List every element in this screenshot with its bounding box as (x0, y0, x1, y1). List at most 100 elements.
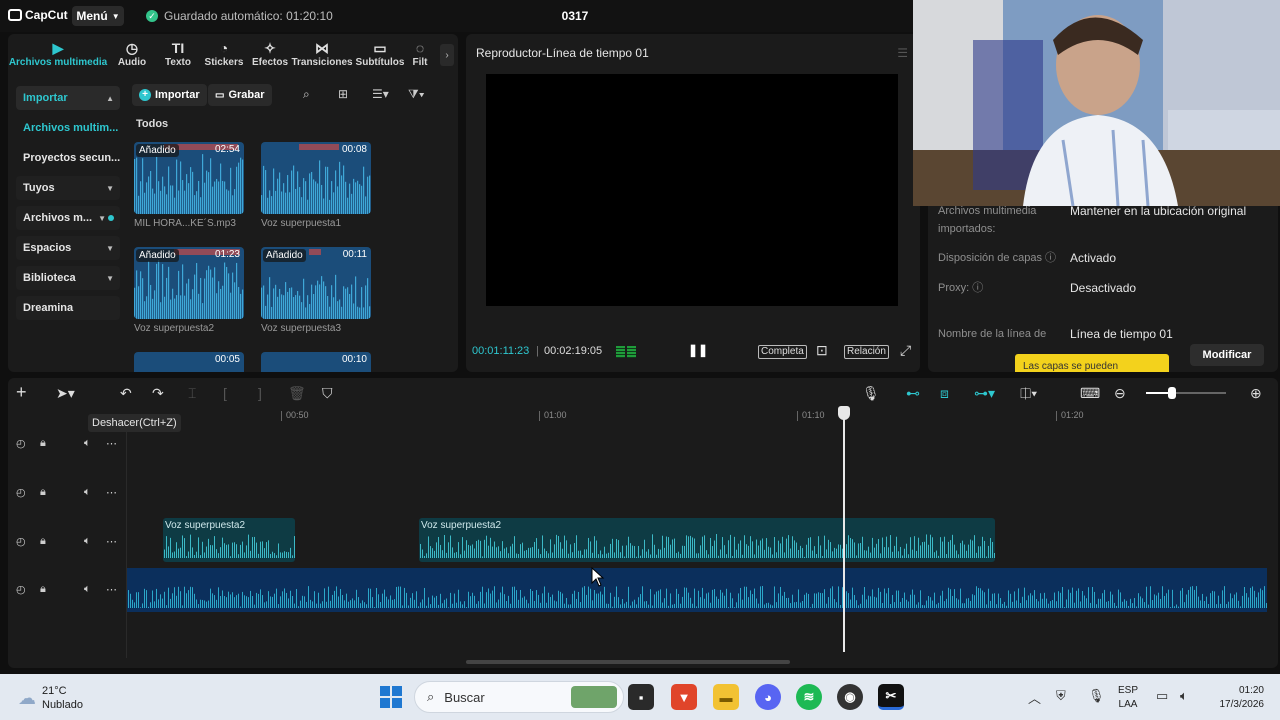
lock-icon[interactable]: 🔒︎ (40, 437, 46, 450)
sidebar-item-import[interactable]: Importar ▲ (16, 86, 120, 110)
volume-icon[interactable]: 🔈︎ (84, 535, 91, 548)
search-icon[interactable]: ⌕ (303, 87, 310, 102)
caption-icon[interactable]: ⌨ (1080, 385, 1100, 402)
media-clip[interactable]: Añadido 01:23 Voz superpuesta2 (134, 247, 244, 334)
brave-browser-icon[interactable]: ▼ (671, 684, 697, 710)
language-indicator[interactable]: ESP LAA (1118, 684, 1138, 712)
fullscreen-icon[interactable]: ⤢ (900, 342, 911, 359)
grid-view-icon[interactable]: ⊞ (338, 87, 348, 101)
magnet-icon[interactable]: ⧈ (940, 385, 949, 402)
prop-value[interactable]: Activado (1070, 251, 1116, 265)
sidebar-item-library[interactable]: Biblioteca ▼ (16, 266, 120, 290)
media-clip[interactable]: 00:08 Voz superpuesta1 (261, 142, 371, 229)
security-icon[interactable]: ⛨ (1056, 688, 1066, 704)
prop-value[interactable]: Línea de tiempo 01 (1070, 327, 1173, 341)
track-area[interactable]: Voz superpuesta2 Voz superpuesta2 (126, 428, 1276, 658)
split-right-icon[interactable]: ] (258, 385, 262, 401)
main-audio-track[interactable] (127, 568, 1267, 612)
weather-widget[interactable]: ☁ 21°C Nublado (18, 684, 83, 712)
media-clip[interactable]: 00:10 (261, 352, 371, 372)
tab-effects[interactable]: ✧ Efectos (248, 34, 292, 76)
lock-icon[interactable]: 🔒︎ (40, 535, 46, 548)
more-icon[interactable]: ⋯ (106, 583, 117, 596)
capcut-taskbar-icon[interactable]: ✂ (878, 684, 904, 710)
sidebar-item-media-files[interactable]: Archivos multim... (16, 116, 120, 140)
screenshot-icon[interactable]: ⊡ (816, 342, 828, 359)
record-button[interactable]: ▭ Grabar (208, 84, 272, 106)
microphone-icon[interactable]: 🎙︎ (1088, 688, 1105, 704)
track-visibility-icon[interactable]: ◴ (16, 583, 26, 596)
full-quality-button[interactable]: Completa (758, 345, 807, 359)
redo-icon[interactable]: ↷ (152, 385, 164, 402)
microphone-icon[interactable]: 🎙 (862, 385, 880, 402)
timeline-ruler[interactable]: 00:50 01:00 01:10 01:20 (126, 408, 1274, 426)
audio-clip[interactable]: Voz superpuesta2 (419, 518, 995, 562)
volume-icon[interactable]: 🔈︎ (84, 583, 91, 596)
pause-icon[interactable]: ❚❚ (688, 343, 708, 357)
delete-icon[interactable]: 🗑 (288, 385, 306, 402)
select-cursor-icon[interactable]: ➤▾ (56, 385, 75, 402)
undo-icon[interactable]: ↶ (120, 385, 132, 402)
roblox-icon[interactable]: ◉ (837, 684, 863, 710)
track-visibility-icon[interactable]: ◴ (16, 486, 26, 499)
linkage-icon[interactable]: ⊶▾ (974, 385, 995, 402)
sidebar-item-spaces[interactable]: Espacios ▼ (16, 236, 120, 260)
chevron-up-icon[interactable]: ︿ (1028, 688, 1041, 707)
modify-button[interactable]: Modificar (1190, 344, 1264, 366)
link-main-track-icon[interactable]: ⊷ (906, 385, 920, 402)
track-visibility-icon[interactable]: ◴ (16, 437, 26, 450)
sidebar-item-secondary-projects[interactable]: Proyectos secun... (16, 146, 120, 170)
video-preview[interactable] (486, 74, 898, 306)
media-clip[interactable]: Añadido 00:11 Voz superpuesta3 (261, 247, 371, 334)
volume-icon[interactable]: 🔈︎ (84, 486, 91, 499)
prop-value[interactable]: Desactivado (1070, 281, 1136, 295)
tab-stickers[interactable]: ◔ Stickers (200, 34, 248, 76)
windows-start-icon[interactable] (380, 686, 402, 708)
menu-icon[interactable]: ☰ (897, 46, 908, 60)
split-icon[interactable]: ⌶ (188, 385, 196, 402)
more-icon[interactable]: ⋯ (106, 437, 117, 450)
spotify-icon[interactable]: ≋ (796, 684, 822, 710)
prop-value[interactable]: Mantener en la ubicación original (1070, 204, 1246, 218)
media-clip[interactable]: 00:05 (134, 352, 244, 372)
tab-subtitles[interactable]: ▭ Subtítulos (352, 34, 408, 76)
volume-icon[interactable]: 🔈︎ (1180, 688, 1188, 704)
track-visibility-icon[interactable]: ◴ (16, 535, 26, 548)
playhead[interactable] (843, 408, 845, 652)
more-icon[interactable]: ⋯ (106, 486, 117, 499)
menu-button[interactable]: Menú ▼ (72, 6, 124, 26)
zoom-handle[interactable] (1168, 387, 1176, 399)
filter-icon[interactable]: ⧩▾ (408, 87, 425, 102)
zoom-out-icon[interactable]: ⊖ (1114, 385, 1126, 402)
more-icon[interactable]: ⋯ (106, 535, 117, 548)
tab-transitions[interactable]: ⋈ Transiciones (291, 34, 352, 76)
tab-audio[interactable]: ◷ Audio (108, 34, 156, 76)
preview-axis-icon[interactable]: ⎅▾ (1020, 385, 1037, 402)
marker-icon[interactable]: ⛉ (322, 385, 333, 402)
tab-media[interactable]: ▶ Archivos multimedia (8, 34, 108, 76)
tabs-scroll-right-button[interactable]: › (440, 44, 454, 66)
task-view-icon[interactable]: ▪ (628, 684, 654, 710)
taskbar-search[interactable]: ⌕ Buscar (414, 681, 624, 713)
sidebar-item-yours[interactable]: Tuyos ▼ (16, 176, 120, 200)
audio-clip[interactable]: Voz superpuesta2 (163, 518, 295, 562)
sidebar-item-media-files-2[interactable]: Archivos m... ▼ (16, 206, 120, 230)
split-left-icon[interactable]: [ (223, 385, 227, 401)
clock[interactable]: 01:20 17/3/2026 (1208, 684, 1265, 712)
zoom-in-icon[interactable]: ⊕ (1250, 385, 1262, 402)
sort-icon[interactable]: ☰▾ (372, 87, 389, 101)
lock-icon[interactable]: 🔒︎ (40, 583, 46, 596)
horizontal-scrollbar[interactable] (466, 660, 790, 664)
aspect-ratio-button[interactable]: Relación (844, 345, 889, 359)
file-explorer-icon[interactable]: ▬ (713, 684, 739, 710)
tab-filters[interactable]: ◌ Filt (408, 34, 432, 76)
add-track-icon[interactable]: + (16, 382, 27, 403)
tab-text[interactable]: TI Texto (156, 34, 200, 76)
lock-icon[interactable]: 🔒︎ (40, 486, 46, 499)
sidebar-item-dreamina[interactable]: Dreamina (16, 296, 120, 320)
display-icon[interactable]: ▭ (1156, 688, 1168, 704)
volume-icon[interactable]: 🔈︎ (84, 437, 91, 450)
discord-icon[interactable]: ◕ (755, 684, 781, 710)
media-clip[interactable]: Añadido 02:54 MIL HORA...KE´S.mp3 (134, 142, 244, 229)
import-button[interactable]: + Importar (132, 84, 207, 106)
